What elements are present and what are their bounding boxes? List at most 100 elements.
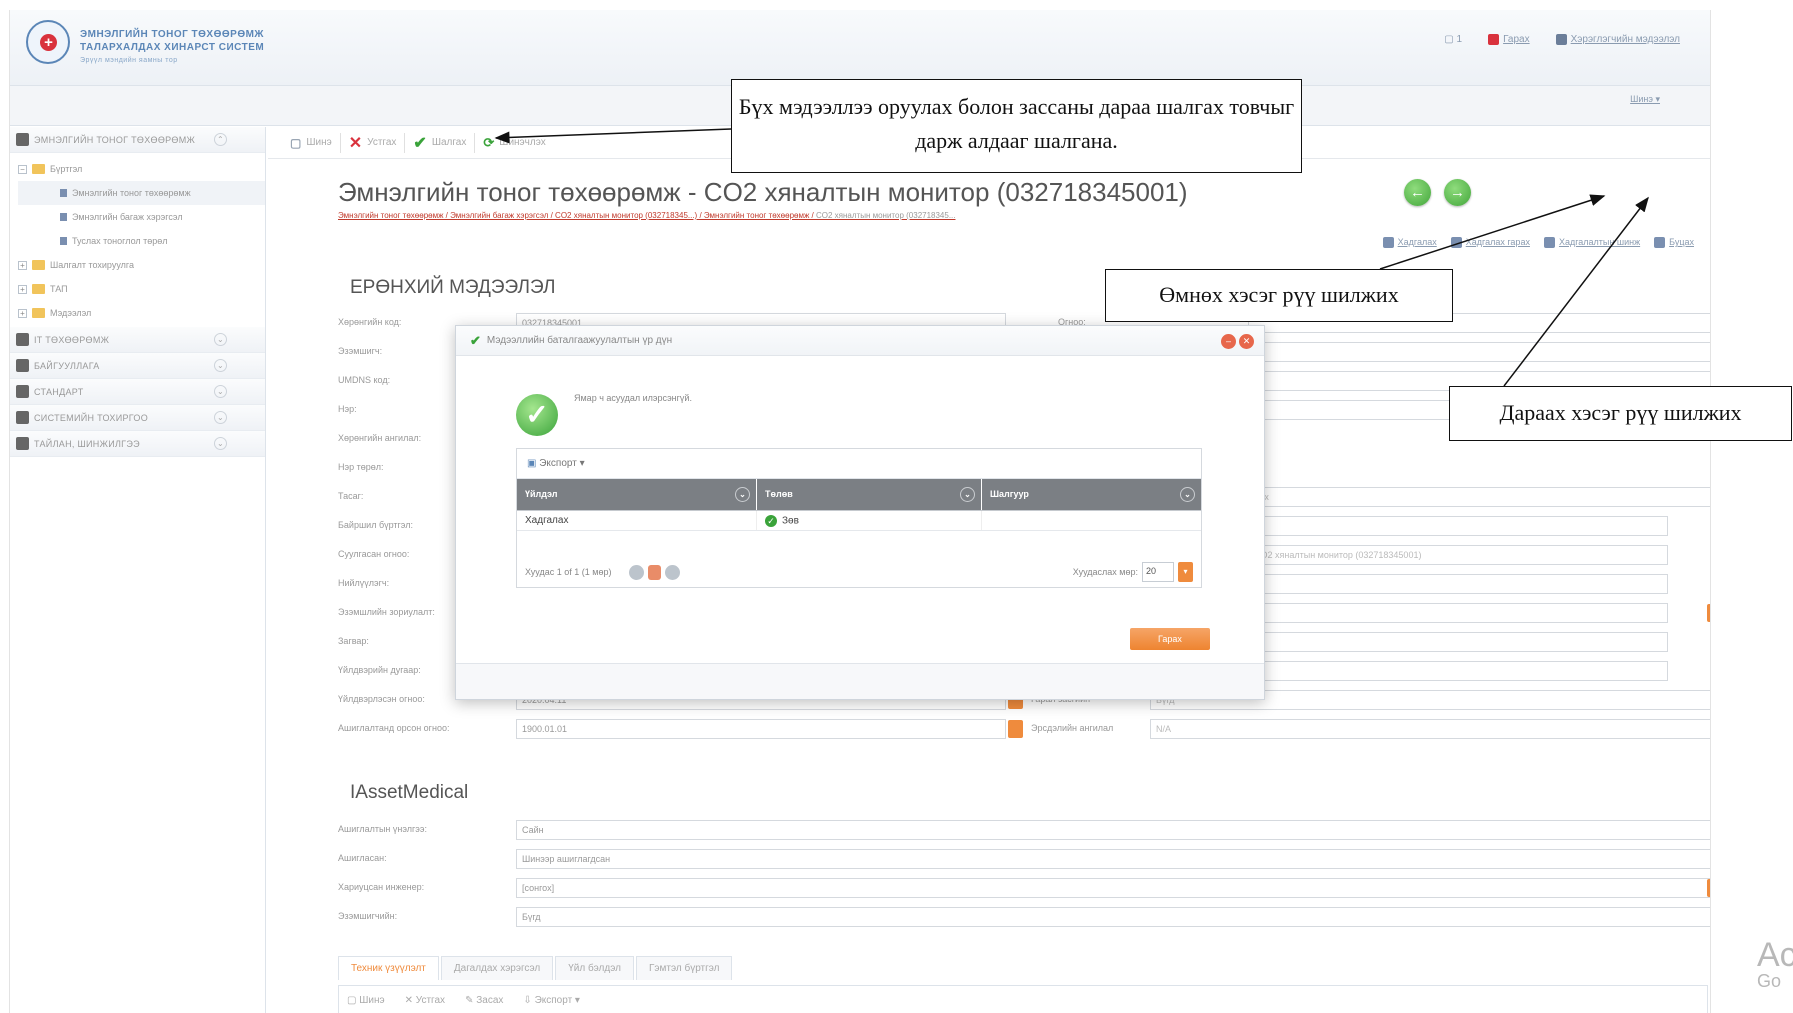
installed-right-input[interactable]: CO2 хяналтын монитор (032718345001) bbox=[1248, 545, 1668, 565]
sidebar-group-label: ТАЙЛАН, ШИНЖИЛГЭЭ bbox=[34, 438, 140, 449]
engineer-input[interactable]: [сонгох] bbox=[516, 878, 1710, 898]
calendar-icon[interactable] bbox=[1008, 720, 1023, 738]
used-input[interactable]: Шинээр ашиглагдсан bbox=[516, 849, 1710, 869]
supplier-right-input[interactable] bbox=[1248, 574, 1668, 594]
field-label: Нэр төрөл: bbox=[338, 462, 384, 472]
commissioned-date-input[interactable]: 1900.01.01 bbox=[516, 719, 1006, 739]
language-select[interactable]: Шинэ ▾ bbox=[1630, 94, 1660, 105]
refresh-button[interactable]: ⟳ Шинэчлэх bbox=[475, 133, 553, 153]
check-icon: ✔ bbox=[470, 332, 481, 348]
tree-item-medical-tools[interactable]: Эмнэлгийн багаж хэрэгсэл bbox=[18, 205, 265, 229]
grid-export-label: Экспорт bbox=[539, 458, 577, 469]
page-size-input[interactable]: 20 bbox=[1142, 562, 1174, 582]
detail-delete-button[interactable]: ✕ Устгах bbox=[405, 995, 445, 1006]
tree-item-calibration[interactable]: + Шалгалт тохируулга bbox=[18, 253, 265, 277]
detail-export-button[interactable]: ⇩ Экспорт ▾ bbox=[523, 995, 580, 1006]
field-label: Нийлүүлэгч: bbox=[338, 578, 390, 588]
expand-icon[interactable]: ⌄ bbox=[214, 333, 227, 346]
pager-prev-icon[interactable] bbox=[629, 564, 645, 580]
tree-item-label: ТАП bbox=[50, 284, 68, 294]
column-menu-icon[interactable]: ⌄ bbox=[1180, 487, 1195, 502]
detail-edit-button[interactable]: ✎ Засах bbox=[465, 995, 503, 1006]
collapse-icon[interactable]: ⌃ bbox=[214, 133, 227, 146]
ownership-input[interactable]: Бүгд bbox=[516, 907, 1710, 927]
app-header: + ЭМНЭЛГИЙН ТОНОГ ТӨХӨӨРӨМЖ ТАЛАРХАЛДАХ … bbox=[10, 10, 1710, 86]
tree-item-accessory-types[interactable]: Туслах тоноглол төрөл bbox=[18, 229, 265, 253]
tab-operations[interactable]: Үйл бэлдэл bbox=[555, 956, 634, 980]
dialog-close-button[interactable]: Гарах bbox=[1130, 628, 1210, 650]
previous-section-button[interactable]: ← bbox=[1404, 179, 1431, 206]
pager-current-page[interactable] bbox=[648, 564, 662, 580]
delete-button[interactable]: ✕ Устгах bbox=[341, 132, 406, 153]
sidebar-group-medical[interactable]: ЭМНЭЛГИЙН ТОНОГ ТӨХӨӨРӨМЖ ⌃ bbox=[10, 127, 265, 153]
tree-toggle-icon[interactable]: + bbox=[18, 308, 27, 318]
tab-accessories[interactable]: Дагалдах хэрэгсэл bbox=[440, 956, 554, 980]
table-row[interactable]: Хадгалах ✓ Зөв bbox=[517, 511, 1201, 531]
detail-edit-label: Засах bbox=[476, 994, 504, 1006]
tree-item-registration[interactable]: − Бүртгэл bbox=[18, 157, 265, 181]
grid-toolbar: ▣ Экспорт ▾ bbox=[517, 449, 1201, 479]
detail-new-button[interactable]: ▢ Шинэ bbox=[347, 995, 385, 1006]
tree-item-medical-equipment[interactable]: Эмнэлгийн тоног төхөөрөмж bbox=[18, 181, 265, 205]
user-info-link[interactable]: Хэрэглэгчийн мэдээлэл bbox=[1555, 34, 1680, 45]
sidebar-group-reports[interactable]: ТАЙЛАН, ШИНЖИЛГЭЭ ⌄ bbox=[10, 431, 265, 457]
pager-next-icon[interactable] bbox=[665, 564, 681, 580]
check-button[interactable]: ✔ Шалгах bbox=[405, 132, 476, 153]
tree-item-tap[interactable]: + ТАП bbox=[18, 277, 265, 301]
serial-right-input[interactable] bbox=[1248, 661, 1668, 681]
location-right-input[interactable] bbox=[1248, 516, 1668, 536]
next-section-button[interactable]: → bbox=[1444, 179, 1471, 206]
risk-class-input[interactable]: N/A bbox=[1150, 719, 1710, 739]
annotation-check-note: Бүх мэдээллээ оруулах болон зассаны дара… bbox=[731, 79, 1302, 173]
save-action[interactable]: Хадгалах bbox=[1382, 237, 1437, 249]
model-right-input[interactable] bbox=[1248, 632, 1668, 652]
column-header-criteria[interactable]: Шалгуур ⌄ bbox=[982, 479, 1201, 510]
annotation-next-note: Дараах хэсэг рүү шилжих bbox=[1449, 386, 1792, 441]
column-header-action[interactable]: Үйлдэл ⌄ bbox=[517, 479, 757, 510]
tree-toggle-icon[interactable]: − bbox=[18, 164, 27, 174]
column-header-status[interactable]: Төлөв ⌄ bbox=[757, 479, 982, 510]
tree-toggle-icon[interactable]: + bbox=[18, 260, 27, 270]
tree-toggle-icon[interactable]: + bbox=[18, 284, 27, 294]
sidebar-group-it[interactable]: IT ТӨХӨӨРӨМЖ ⌄ bbox=[10, 327, 265, 353]
back-action[interactable]: Буцах bbox=[1654, 237, 1694, 249]
document-icon bbox=[60, 237, 67, 245]
purpose-right-input[interactable] bbox=[1248, 603, 1668, 623]
usage-rating-input[interactable]: Сайн bbox=[516, 820, 1710, 840]
save-exit-action[interactable]: Хадгалах гарах bbox=[1450, 237, 1530, 249]
close-icon[interactable]: ✕ bbox=[1239, 334, 1254, 349]
expand-icon[interactable]: ⌄ bbox=[214, 385, 227, 398]
expand-icon[interactable]: ⌄ bbox=[214, 437, 227, 450]
expand-icon[interactable]: ⌄ bbox=[214, 411, 227, 424]
tree-item-info[interactable]: + Мэдээлэл bbox=[18, 301, 265, 325]
sidebar-group-organization[interactable]: БАЙГУУЛЛАГА ⌄ bbox=[10, 353, 265, 379]
expand-icon[interactable]: ⌄ bbox=[214, 359, 227, 372]
cell-action: Хадгалах bbox=[517, 511, 757, 530]
new-button[interactable]: ▢ Шинэ bbox=[282, 132, 341, 153]
grid-export-button[interactable]: ▣ Экспорт ▾ bbox=[527, 458, 585, 469]
logo-emblem-icon: + bbox=[26, 20, 70, 64]
sidebar: ЭМНЭЛГИЙН ТОНОГ ТӨХӨӨРӨМЖ ⌃ − Бүртгэл Эмн… bbox=[10, 127, 266, 1013]
breadcrumb-links[interactable]: Эмнэлгийн тоног төхөөрөмж / Эмнэлгийн ба… bbox=[338, 211, 816, 220]
sidebar-group-standard[interactable]: СТАНДАРТ ⌄ bbox=[10, 379, 265, 405]
tab-failure-log[interactable]: Гэмтэл бүртгэл bbox=[636, 956, 733, 980]
history-action[interactable]: Хадгалалтын шинж bbox=[1543, 237, 1640, 249]
tab-specifications[interactable]: Техник үзүүлэлт bbox=[338, 956, 439, 980]
export-icon: ▣ bbox=[527, 458, 537, 469]
user-icon bbox=[1555, 34, 1567, 45]
status-ok-icon: ✓ bbox=[765, 515, 777, 527]
page-size-dropdown-icon[interactable]: ▾ bbox=[1178, 562, 1193, 582]
sidebar-group-settings[interactable]: СИСТЕМИЙН ТОХИРГОО ⌄ bbox=[10, 405, 265, 431]
column-menu-icon[interactable]: ⌄ bbox=[735, 487, 750, 502]
breadcrumb[interactable]: Эмнэлгийн тоног төхөөрөмж / Эмнэлгийн ба… bbox=[338, 211, 956, 220]
column-menu-icon[interactable]: ⌄ bbox=[960, 487, 975, 502]
minimize-icon[interactable]: – bbox=[1221, 334, 1236, 349]
owner-right-input[interactable] bbox=[1248, 342, 1710, 362]
notification-indicator[interactable]: ▢ 1 bbox=[1444, 34, 1462, 45]
department-right-input[interactable]: Бүх bbox=[1248, 487, 1710, 507]
lookup-icon[interactable] bbox=[1707, 604, 1710, 622]
lookup-icon[interactable] bbox=[1707, 879, 1710, 897]
sidebar-group-label: СТАНДАРТ bbox=[34, 386, 84, 397]
logout-link[interactable]: Гарах bbox=[1488, 34, 1530, 45]
cell-status: ✓ Зөв bbox=[757, 511, 982, 530]
